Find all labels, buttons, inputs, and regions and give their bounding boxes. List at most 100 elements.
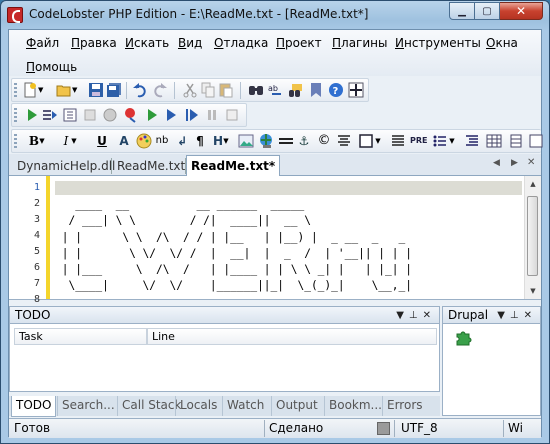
terminate-icon[interactable] — [224, 107, 240, 123]
tab-locals[interactable]: Locals — [175, 396, 221, 416]
menu-tools[interactable]: Инструменты — [395, 36, 481, 50]
list-indent-icon[interactable] — [464, 133, 480, 149]
bookmark-icon[interactable] — [308, 82, 324, 98]
close-button[interactable]: ✕ — [500, 2, 543, 20]
column-header-line[interactable]: Line — [147, 328, 437, 345]
new-file-dropdown-icon[interactable]: ▼ — [38, 82, 46, 98]
image-icon[interactable] — [238, 133, 254, 149]
line-break-icon[interactable]: ↲ — [174, 133, 190, 149]
horizontal-rule-icon[interactable] — [278, 133, 294, 149]
menu-search[interactable]: Искать — [125, 36, 169, 50]
list-dropdown-icon[interactable]: ▼ — [448, 133, 456, 149]
toolbar-grip[interactable] — [14, 108, 17, 124]
minimize-button[interactable]: ▁ — [449, 2, 475, 20]
font-button[interactable]: A — [116, 133, 132, 149]
paragraph-button[interactable]: ¶ — [192, 133, 208, 149]
tab-scroll-left-icon[interactable]: ◀ — [493, 158, 500, 168]
tab-todo[interactable]: TODO — [11, 396, 57, 417]
pre-button[interactable]: PRE — [410, 133, 428, 149]
step-over-icon[interactable] — [42, 107, 58, 123]
heading-dropdown-icon[interactable]: ▼ — [222, 133, 230, 149]
nbsp-button[interactable]: nb — [154, 133, 170, 149]
tab-output[interactable]: Output — [271, 396, 322, 416]
scroll-down-icon[interactable]: ▼ — [525, 283, 541, 299]
toolbar-grip[interactable] — [14, 83, 17, 99]
breakpoint-icon[interactable] — [102, 107, 118, 123]
close-tab-icon[interactable]: ✕ — [527, 157, 535, 168]
underline-button[interactable]: U — [94, 133, 110, 149]
copyright-icon[interactable]: © — [316, 133, 332, 149]
new-file-icon[interactable] — [22, 82, 38, 98]
menu-plugins[interactable]: Плагины — [332, 36, 387, 50]
paste-icon[interactable] — [218, 82, 234, 98]
color-palette-icon[interactable] — [136, 133, 152, 149]
panel-menu-icon[interactable]: ▼ — [497, 310, 510, 321]
panel-menu-icon[interactable]: ▼ — [396, 310, 409, 321]
toggle-breakpoints-icon[interactable] — [122, 107, 138, 123]
scroll-up-icon[interactable]: ▲ — [525, 176, 541, 192]
tab-dynamichelp[interactable]: DynamicHelp.dll — [13, 157, 119, 176]
tab-search[interactable]: Search... — [57, 396, 119, 416]
bold-dropdown-icon[interactable]: ▼ — [38, 133, 46, 149]
undo-icon[interactable] — [132, 82, 148, 98]
column-header-task[interactable]: Task — [14, 328, 147, 345]
hyperlink-icon[interactable] — [258, 133, 274, 149]
codelobster-logo-icon[interactable] — [7, 7, 23, 23]
cell-icon[interactable] — [528, 133, 544, 149]
menu-debug[interactable]: Отладка — [214, 36, 268, 50]
pin-icon[interactable]: ⊥ — [510, 310, 524, 321]
open-folder-icon[interactable] — [56, 82, 72, 98]
menu-edit[interactable]: Правка — [71, 36, 117, 50]
italic-dropdown-icon[interactable]: ▼ — [70, 133, 78, 149]
table-icon[interactable] — [486, 133, 502, 149]
tab-scroll-right-icon[interactable]: ▶ — [511, 158, 518, 168]
continue-icon[interactable] — [144, 107, 160, 123]
menu-windows[interactable]: Окна — [486, 36, 518, 50]
settings-icon[interactable] — [348, 82, 364, 98]
tab-watch[interactable]: Watch — [222, 396, 268, 416]
menu-project[interactable]: Проект — [276, 36, 322, 50]
menu-file[interactable]: Файл — [26, 36, 59, 50]
find-icon[interactable] — [248, 82, 264, 98]
box-dropdown-icon[interactable]: ▼ — [374, 133, 382, 149]
find-in-files-icon[interactable] — [288, 82, 304, 98]
menu-view[interactable]: Вид — [178, 36, 202, 50]
redo-icon[interactable] — [152, 82, 168, 98]
anchor-icon[interactable]: ⚓ — [296, 133, 312, 149]
drupal-puzzle-icon[interactable] — [455, 328, 473, 349]
status-line-endings[interactable]: Wi — [508, 421, 523, 435]
code-text[interactable]: ____ __ __ ______ _____ / ___| \ \ / /| … — [55, 181, 412, 294]
open-dropdown-icon[interactable]: ▼ — [72, 82, 80, 98]
save-icon[interactable] — [88, 82, 104, 98]
column-icon[interactable] — [508, 133, 524, 149]
copy-icon[interactable] — [200, 82, 216, 98]
panel-close-icon[interactable]: ✕ — [423, 310, 436, 321]
maximize-button[interactable]: ▢ — [475, 2, 500, 20]
align-justify-icon[interactable] — [390, 133, 406, 149]
align-center-icon[interactable] — [336, 133, 352, 149]
panel-close-icon[interactable]: ✕ — [524, 310, 537, 321]
list-icon[interactable] — [432, 133, 448, 149]
code-editor[interactable]: 1 2 3 4 5 6 7 8 ____ __ __ ______ _____ … — [9, 176, 541, 305]
tab-bookmarks[interactable]: Bookm... — [324, 396, 386, 416]
step-out-icon[interactable] — [184, 107, 200, 123]
scroll-thumb[interactable] — [527, 196, 538, 276]
pause-icon[interactable] — [204, 107, 220, 123]
help-icon[interactable]: ? — [328, 82, 344, 98]
toolbar-grip[interactable] — [14, 134, 17, 150]
cut-icon[interactable] — [182, 82, 198, 98]
status-encoding[interactable]: UTF_8 — [401, 421, 438, 435]
tab-errors[interactable]: Errors — [382, 396, 427, 416]
vertical-scrollbar[interactable]: ▲ ▼ — [524, 176, 541, 299]
step-next-icon[interactable] — [164, 107, 180, 123]
stop-icon[interactable] — [82, 107, 98, 123]
pin-icon[interactable]: ⊥ — [409, 310, 423, 321]
run-icon[interactable] — [24, 107, 40, 123]
step-into-icon[interactable] — [62, 107, 78, 123]
tab-readme[interactable]: ReadMe.txt — [113, 157, 189, 176]
menu-help[interactable]: Помощь — [26, 60, 77, 74]
title-bar[interactable]: CodeLobster PHP Edition - E:\ReadMe.txt … — [1, 1, 549, 29]
save-all-icon[interactable] — [106, 82, 122, 98]
tab-readme-modified[interactable]: ReadMe.txt* — [186, 155, 281, 177]
replace-icon[interactable]: ab — [268, 82, 284, 98]
